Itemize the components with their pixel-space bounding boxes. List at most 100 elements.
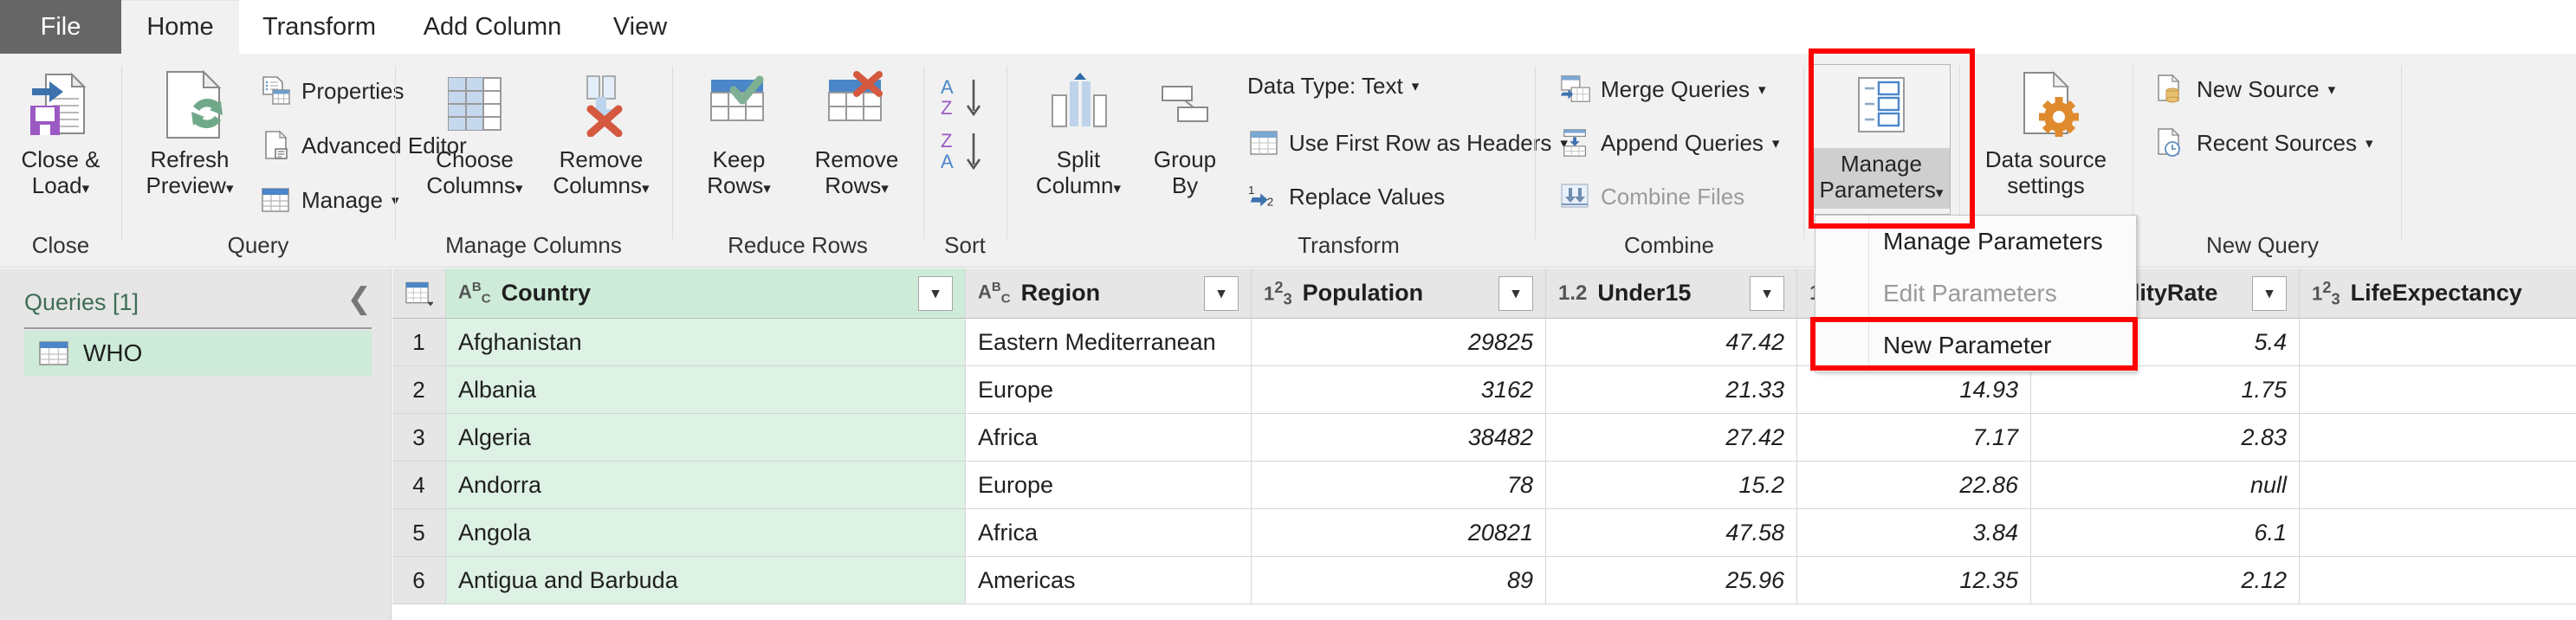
column-header-country[interactable]: ABC Country ▾	[446, 268, 966, 319]
table-cell-population[interactable]: 3162	[1252, 366, 1546, 414]
table-cell-region[interactable]: Europe	[966, 462, 1252, 509]
column-header-region[interactable]: ABC Region ▾	[966, 268, 1252, 319]
table-row[interactable]: 2AlbaniaEurope316221.3314.931.7574	[392, 366, 2576, 414]
table-cell-lifeexpectancy[interactable]: 60	[2300, 319, 2576, 366]
new-source-button[interactable]: New Source ▾	[2155, 73, 2335, 106]
data-type-chevron-down-icon[interactable]: ▾	[1412, 79, 1420, 94]
table-cell-region[interactable]: Europe	[966, 366, 1252, 414]
column-filter-chevron-down-icon[interactable]: ▾	[1750, 275, 1784, 311]
table-cell-population[interactable]: 89	[1252, 557, 1546, 604]
recent-sources-button[interactable]: Recent Sources ▾	[2155, 126, 2373, 159]
data-type-button[interactable]: Data Type: Text ▾	[1247, 73, 1419, 100]
tab-file[interactable]: File	[0, 0, 121, 54]
table-row[interactable]: 3AlgeriaAfrica3848227.427.172.8373	[392, 414, 2576, 462]
remove-columns-button[interactable]: Remove Columns▾	[540, 64, 662, 199]
refresh-preview-button[interactable]: Refresh Preview▾	[133, 64, 246, 199]
table-cell-population[interactable]: 78	[1252, 462, 1546, 509]
query-list-item-who[interactable]: WHO	[24, 331, 372, 376]
manage-button[interactable]: Manage ▾	[260, 184, 399, 216]
remove-rows-button[interactable]: Remove Rows▾	[800, 64, 913, 199]
table-cell-under15[interactable]: 47.42	[1546, 319, 1797, 366]
column-header-under15[interactable]: 1.2 Under15 ▾	[1546, 268, 1797, 319]
new-source-chevron-down-icon[interactable]: ▾	[2328, 82, 2336, 97]
group-by-button[interactable]: Group By	[1136, 64, 1233, 199]
sort-descending-button[interactable]: Z A	[939, 128, 993, 173]
split-column-button[interactable]: Split Column▾	[1024, 64, 1133, 199]
chevron-left-icon[interactable]: ❮	[347, 284, 372, 313]
column-filter-chevron-down-icon[interactable]: ▾	[2252, 275, 2287, 311]
properties-icon	[260, 74, 293, 107]
column-header-label: Under15	[1597, 280, 1692, 306]
table-cell-population[interactable]: 29825	[1252, 319, 1546, 366]
combine-files-button[interactable]: Combine Files	[1559, 180, 1744, 213]
choose-columns-button[interactable]: Choose Columns▾	[414, 64, 535, 199]
column-filter-chevron-down-icon[interactable]: ▾	[918, 275, 953, 311]
table-cell-lifeexpectancy[interactable]: 75	[2300, 557, 2576, 604]
table-cell-fertilityrate[interactable]: 2.83	[2031, 414, 2300, 462]
table-cell-region[interactable]: Africa	[966, 414, 1252, 462]
column-filter-chevron-down-icon[interactable]: ▾	[1498, 275, 1533, 311]
table-row[interactable]: 5AngolaAfrica2082147.583.846.151	[392, 509, 2576, 557]
choose-columns-label: Choose Columns▾	[426, 146, 523, 198]
table-cell-over60[interactable]: 22.86	[1797, 462, 2031, 509]
keep-rows-button[interactable]: Keep Rows▾	[683, 64, 795, 199]
close-and-load-button[interactable]: Close & Load▾	[5, 64, 116, 199]
tab-transform[interactable]: Transform	[239, 0, 399, 54]
data-preview-grid[interactable]: ABC Country ▾ ABC Region ▾ 123 Population ▾ 1.2 Un…	[392, 268, 2576, 620]
table-cell-lifeexpectancy[interactable]: 73	[2300, 414, 2576, 462]
menu-item-edit-parameters[interactable]: Edit Parameters	[1815, 268, 2136, 320]
table-cell-over60[interactable]: 3.84	[1797, 509, 2031, 557]
table-cell-under15[interactable]: 15.2	[1546, 462, 1797, 509]
column-filter-chevron-down-icon[interactable]: ▾	[1204, 275, 1239, 311]
data-source-settings-button[interactable]: Data source settings	[1971, 64, 2120, 199]
table-cell-region[interactable]: Americas	[966, 557, 1252, 604]
column-header-population[interactable]: 123 Population ▾	[1252, 268, 1546, 319]
table-cell-under15[interactable]: 27.42	[1546, 414, 1797, 462]
grid-select-all-button[interactable]	[392, 268, 446, 319]
tab-view[interactable]: View	[586, 0, 695, 54]
table-cell-fertilityrate[interactable]: 2.12	[2031, 557, 2300, 604]
tab-home[interactable]: Home	[121, 0, 239, 54]
sort-ascending-button[interactable]: A Z	[939, 74, 993, 119]
table-cell-country[interactable]: Algeria	[446, 414, 966, 462]
table-cell-country[interactable]: Andorra	[446, 462, 966, 509]
table-cell-fertilityrate[interactable]: 1.75	[2031, 366, 2300, 414]
use-first-row-as-headers-button[interactable]: Use First Row as Headers ▾	[1247, 126, 1568, 159]
table-row[interactable]: 1 Afghanistan Eastern Mediterranean 29825 47…	[392, 319, 2576, 366]
table-cell-fertilityrate[interactable]: 6.1	[2031, 509, 2300, 557]
merge-queries-button[interactable]: Merge Queries ▾	[1559, 73, 1766, 106]
menu-item-manage-parameters[interactable]: Manage Parameters	[1815, 216, 2136, 268]
table-row[interactable]: 6 Antigua and Barbuda Americas 89 25.96 12.35…	[392, 557, 2576, 604]
table-cell-population[interactable]: 20821	[1252, 509, 1546, 557]
table-cell-under15[interactable]: 47.58	[1546, 509, 1797, 557]
table-cell-over60[interactable]: 7.17	[1797, 414, 2031, 462]
table-cell-over60[interactable]: 14.93	[1797, 366, 2031, 414]
properties-button[interactable]: Properties	[260, 74, 405, 107]
table-cell-country[interactable]: Angola	[446, 509, 966, 557]
merge-queries-chevron-down-icon[interactable]: ▾	[1758, 82, 1766, 97]
table-cell-under15[interactable]: 21.33	[1546, 366, 1797, 414]
table-cell-fertilityrate[interactable]: null	[2031, 462, 2300, 509]
table-row[interactable]: 4AndorraEurope7815.222.86null82	[392, 462, 2576, 509]
table-cell-country[interactable]: Albania	[446, 366, 966, 414]
tab-add-column[interactable]: Add Column	[399, 0, 586, 54]
replace-values-icon: 1 2	[1247, 180, 1280, 213]
append-queries-button[interactable]: Append Queries ▾	[1559, 126, 1779, 159]
table-cell-lifeexpectancy[interactable]: 82	[2300, 462, 2576, 509]
table-cell-under15[interactable]: 25.96	[1546, 557, 1797, 604]
column-header-lifeexpectancy[interactable]: 123LifeExpectancy▾	[2300, 268, 2576, 319]
table-cell-over60[interactable]: 12.35	[1797, 557, 2031, 604]
menu-item-new-parameter[interactable]: New Parameter	[1815, 320, 2136, 371]
table-cell-region[interactable]: Africa	[966, 509, 1252, 557]
table-cell-lifeexpectancy[interactable]: 51	[2300, 509, 2576, 557]
table-cell-region[interactable]: Eastern Mediterranean	[966, 319, 1252, 366]
recent-sources-chevron-down-icon[interactable]: ▾	[2366, 136, 2373, 151]
row-index-cell: 6	[392, 557, 446, 604]
table-cell-country[interactable]: Afghanistan	[446, 319, 966, 366]
manage-parameters-button[interactable]: Manage Parameters▾	[1812, 64, 1951, 215]
replace-values-button[interactable]: 1 2 Replace Values	[1247, 180, 1445, 213]
table-cell-lifeexpectancy[interactable]: 74	[2300, 366, 2576, 414]
append-queries-chevron-down-icon[interactable]: ▾	[1772, 136, 1780, 151]
table-cell-population[interactable]: 38482	[1252, 414, 1546, 462]
table-cell-country[interactable]: Antigua and Barbuda	[446, 557, 966, 604]
